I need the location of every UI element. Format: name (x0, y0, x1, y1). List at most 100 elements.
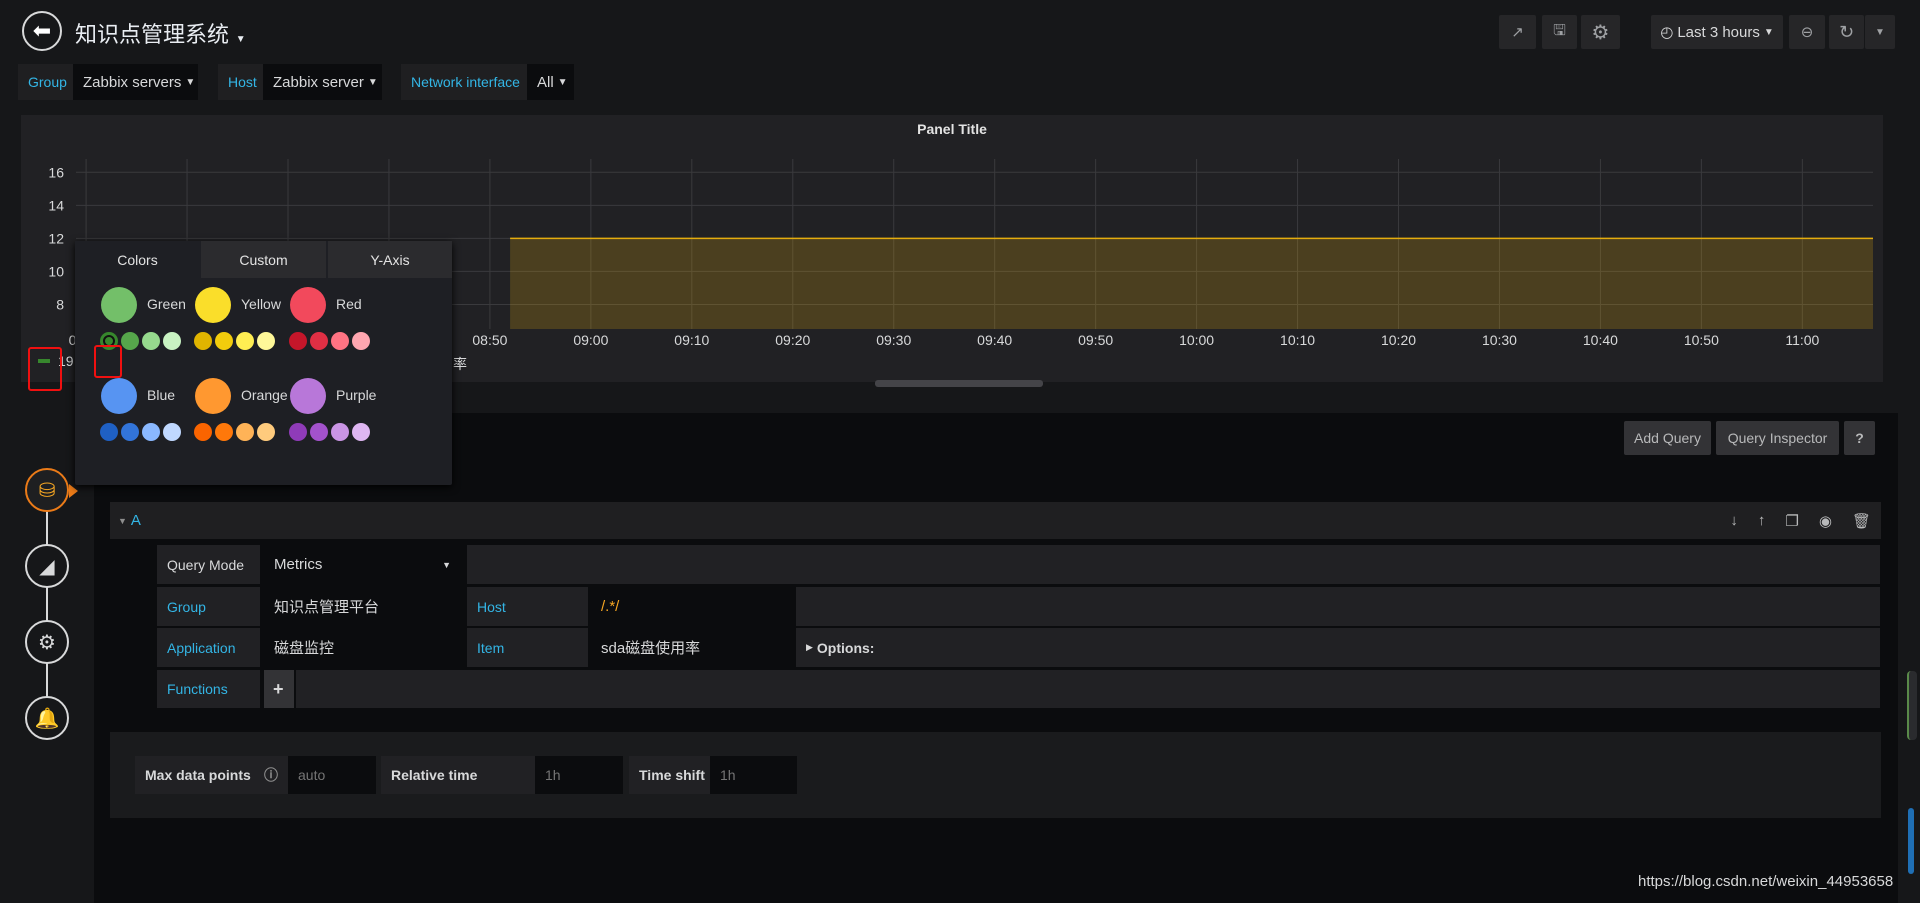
color-shade-swatch[interactable] (121, 332, 139, 350)
dashboard-title[interactable]: 知识点管理系统 ▼ (75, 17, 246, 49)
share-button[interactable]: ↗ (1499, 15, 1536, 49)
time-picker[interactable]: ◴ Last 3 hours ▼ (1651, 15, 1783, 49)
color-swatch-purple[interactable] (290, 378, 326, 414)
color-shade-swatch[interactable] (257, 423, 275, 441)
arrow-left-icon: ⬅ (32, 18, 52, 43)
color-shade-swatch[interactable] (331, 423, 349, 441)
eye-icon[interactable]: ◉ (1819, 512, 1832, 530)
group-input[interactable]: 知识点管理平台 (264, 587, 463, 626)
chevron-down-icon: ▼ (233, 34, 246, 45)
x-tick-label: 10:20 (1381, 332, 1416, 348)
y-tick-label: 10 (48, 263, 64, 279)
query-mode-select[interactable]: Metrics ▼ (264, 545, 463, 584)
functions-label: Functions (157, 670, 260, 708)
side-tab-alert[interactable]: 🔔 (25, 696, 69, 740)
share-icon: ↗ (1511, 24, 1524, 41)
color-shade-swatch[interactable] (142, 423, 160, 441)
color-shade-swatch[interactable] (215, 332, 233, 350)
x-tick-label: 08:50 (472, 332, 507, 348)
x-tick-label: 09:20 (775, 332, 810, 348)
panel-resize-handle[interactable] (875, 380, 1043, 387)
add-function-button[interactable]: + (264, 670, 294, 708)
settings-button[interactable]: ⚙ (1581, 15, 1620, 49)
chevron-down-icon: ▼ (442, 559, 451, 570)
save-button[interactable]: 🖫 (1542, 15, 1577, 49)
color-swatch-yellow[interactable] (195, 287, 231, 323)
color-name-label: Orange (241, 387, 288, 403)
chevron-down-icon: ▼ (1763, 26, 1774, 38)
color-shade-swatch[interactable] (289, 332, 307, 350)
variable-group-select[interactable]: Zabbix servers ▼ (73, 64, 198, 100)
color-picker-popover: Colors Custom Y-Axis Green Yellow Red Blue O… (75, 241, 452, 485)
color-shade-swatch[interactable] (236, 332, 254, 350)
query-row-header[interactable]: ▼ A ↓ ↑ ❐ ◉ 🗑 (110, 502, 1881, 539)
query-inspector-button[interactable]: Query Inspector (1716, 421, 1839, 455)
color-shade-swatch[interactable] (194, 423, 212, 441)
color-shade-swatch[interactable] (236, 423, 254, 441)
host-input[interactable]: /.*/ (591, 587, 792, 626)
refresh-button[interactable]: ↻ (1829, 15, 1864, 49)
variable-network-interface-value: All (537, 73, 554, 91)
add-query-button[interactable]: Add Query (1624, 421, 1711, 455)
host-filler (796, 587, 1880, 626)
tab-y-axis[interactable]: Y-Axis (327, 241, 452, 278)
color-shade-swatch[interactable] (194, 332, 212, 350)
x-tick-label: 09:10 (674, 332, 709, 348)
options-label: Options: (816, 639, 875, 656)
refresh-interval-dropdown[interactable]: ▼ (1865, 15, 1895, 49)
variable-network-interface-select[interactable]: All ▼ (527, 64, 574, 100)
color-shade-swatch[interactable] (257, 332, 275, 350)
relative-time-input[interactable] (535, 756, 623, 794)
chevron-down-icon: ▼ (185, 76, 196, 88)
variable-host-select[interactable]: Zabbix server ▼ (263, 64, 382, 100)
side-tab-general[interactable]: ⚙ (25, 620, 69, 664)
highlight-legend-swatch (28, 347, 62, 391)
time-shift-input[interactable] (710, 756, 797, 794)
help-button[interactable]: ? (1844, 421, 1875, 455)
tab-colors[interactable]: Colors (75, 241, 200, 278)
color-swatch-orange[interactable] (195, 378, 231, 414)
dashboard-title-text: 知识点管理系统 (75, 22, 230, 47)
gear-icon: ⚙ (38, 631, 56, 654)
color-name-label: Blue (147, 387, 176, 403)
duplicate-icon[interactable]: ❐ (1785, 512, 1798, 530)
side-tab-visualization[interactable]: ◢ (25, 544, 69, 588)
scrollbar-thumb[interactable] (1908, 808, 1914, 874)
item-input[interactable]: sda磁盘使用率 (591, 628, 792, 667)
options-toggle[interactable]: ▶ Options: (796, 628, 1880, 667)
series-area (510, 238, 1874, 329)
trash-icon[interactable]: 🗑 (1852, 512, 1871, 530)
side-tab-queries[interactable]: ⛁ (25, 468, 69, 512)
color-shade-swatch[interactable] (121, 423, 139, 441)
collapse-caret-icon: ▼ (118, 515, 127, 526)
max-data-points-input[interactable] (288, 756, 376, 794)
tab-custom[interactable]: Custom (200, 241, 326, 278)
color-swatch-red[interactable] (290, 287, 326, 323)
color-shade-swatch[interactable] (310, 423, 328, 441)
x-tick-label: 09:30 (876, 332, 911, 348)
color-shade-swatch[interactable] (142, 332, 160, 350)
color-shade-swatch[interactable] (352, 423, 370, 441)
zoom-out-button[interactable]: ⊖ (1789, 15, 1825, 49)
move-down-icon[interactable]: ↓ (1730, 512, 1738, 530)
database-icon: ⛁ (38, 479, 56, 502)
application-input[interactable]: 磁盘监控 (264, 628, 463, 667)
color-shade-swatch[interactable] (100, 423, 118, 441)
color-swatch-green[interactable] (101, 287, 137, 323)
color-shade-swatch[interactable] (163, 332, 181, 350)
back-button[interactable]: ⬅ (22, 11, 62, 51)
color-shade-swatch[interactable] (215, 423, 233, 441)
x-tick-label: 10:10 (1280, 332, 1315, 348)
color-shade-swatch[interactable] (310, 332, 328, 350)
color-swatch-blue[interactable] (101, 378, 137, 414)
chevron-down-icon: ▼ (1875, 26, 1885, 38)
color-shade-swatch[interactable] (163, 423, 181, 441)
scrollbar-widget[interactable] (1907, 671, 1917, 740)
info-icon[interactable]: ⓘ (264, 765, 278, 785)
color-shade-swatch[interactable] (289, 423, 307, 441)
max-data-points-text: Max data points (145, 767, 251, 783)
gear-icon: ⚙ (1591, 21, 1610, 44)
move-up-icon[interactable]: ↑ (1758, 512, 1766, 530)
color-shade-swatch[interactable] (331, 332, 349, 350)
color-shade-swatch[interactable] (352, 332, 370, 350)
